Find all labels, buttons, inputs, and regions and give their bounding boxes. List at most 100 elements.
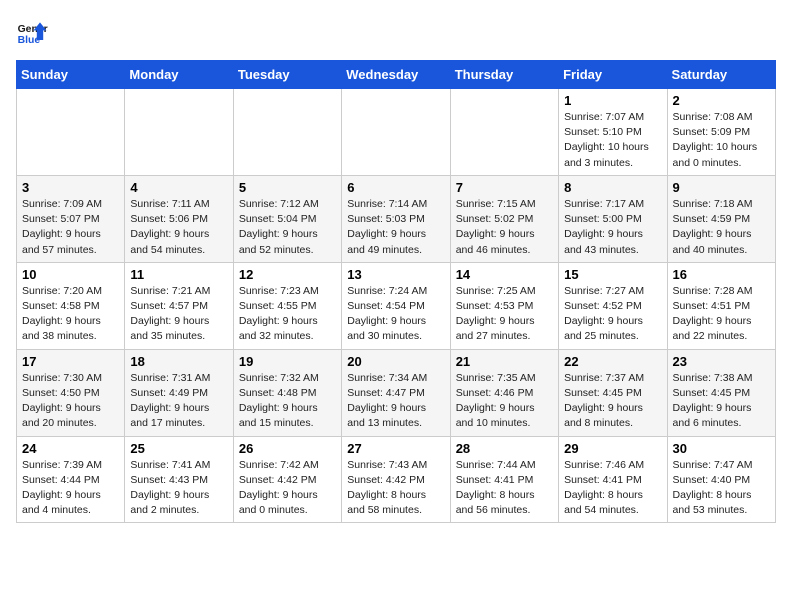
day-number: 22: [564, 354, 661, 369]
day-info: Sunrise: 7:30 AM Sunset: 4:50 PM Dayligh…: [22, 371, 119, 432]
day-number: 10: [22, 267, 119, 282]
calendar-day: 24 Sunrise: 7:39 AM Sunset: 4:44 PM Dayli…: [17, 436, 125, 523]
day-number: 26: [239, 441, 336, 456]
day-info: Sunrise: 7:35 AM Sunset: 4:46 PM Dayligh…: [456, 371, 553, 432]
day-info: Sunrise: 7:18 AM Sunset: 4:59 PM Dayligh…: [673, 197, 770, 258]
calendar-day: 2 Sunrise: 7:08 AM Sunset: 5:09 PM Daylig…: [667, 89, 775, 176]
day-number: 2: [673, 93, 770, 108]
calendar-day: 13 Sunrise: 7:24 AM Sunset: 4:54 PM Dayli…: [342, 262, 450, 349]
day-number: 16: [673, 267, 770, 282]
calendar-day: 12 Sunrise: 7:23 AM Sunset: 4:55 PM Dayli…: [233, 262, 341, 349]
calendar-day: 25 Sunrise: 7:41 AM Sunset: 4:43 PM Dayli…: [125, 436, 233, 523]
day-number: 3: [22, 180, 119, 195]
calendar-day: 15 Sunrise: 7:27 AM Sunset: 4:52 PM Dayli…: [559, 262, 667, 349]
day-info: Sunrise: 7:07 AM Sunset: 5:10 PM Dayligh…: [564, 110, 661, 171]
calendar-table: SundayMondayTuesdayWednesdayThursdayFrid…: [16, 60, 776, 523]
day-number: 5: [239, 180, 336, 195]
day-number: 17: [22, 354, 119, 369]
day-number: 13: [347, 267, 444, 282]
day-info: Sunrise: 7:09 AM Sunset: 5:07 PM Dayligh…: [22, 197, 119, 258]
calendar-day: [17, 89, 125, 176]
calendar-day: 6 Sunrise: 7:14 AM Sunset: 5:03 PM Daylig…: [342, 175, 450, 262]
calendar-week-5: 24 Sunrise: 7:39 AM Sunset: 4:44 PM Dayli…: [17, 436, 776, 523]
calendar-week-1: 1 Sunrise: 7:07 AM Sunset: 5:10 PM Daylig…: [17, 89, 776, 176]
calendar-header-thursday: Thursday: [450, 61, 558, 89]
calendar-header-monday: Monday: [125, 61, 233, 89]
calendar-header-saturday: Saturday: [667, 61, 775, 89]
logo: General Blue: [16, 16, 52, 48]
day-number: 4: [130, 180, 227, 195]
day-number: 30: [673, 441, 770, 456]
calendar-day: [125, 89, 233, 176]
day-info: Sunrise: 7:14 AM Sunset: 5:03 PM Dayligh…: [347, 197, 444, 258]
calendar-header-sunday: Sunday: [17, 61, 125, 89]
day-number: 7: [456, 180, 553, 195]
calendar-day: 14 Sunrise: 7:25 AM Sunset: 4:53 PM Dayli…: [450, 262, 558, 349]
day-number: 15: [564, 267, 661, 282]
day-info: Sunrise: 7:46 AM Sunset: 4:41 PM Dayligh…: [564, 458, 661, 519]
day-info: Sunrise: 7:08 AM Sunset: 5:09 PM Dayligh…: [673, 110, 770, 171]
day-info: Sunrise: 7:15 AM Sunset: 5:02 PM Dayligh…: [456, 197, 553, 258]
day-info: Sunrise: 7:23 AM Sunset: 4:55 PM Dayligh…: [239, 284, 336, 345]
day-info: Sunrise: 7:32 AM Sunset: 4:48 PM Dayligh…: [239, 371, 336, 432]
calendar-day: [342, 89, 450, 176]
day-info: Sunrise: 7:43 AM Sunset: 4:42 PM Dayligh…: [347, 458, 444, 519]
logo-icon: General Blue: [16, 16, 48, 48]
calendar-day: 17 Sunrise: 7:30 AM Sunset: 4:50 PM Dayli…: [17, 349, 125, 436]
day-number: 28: [456, 441, 553, 456]
calendar-day: 30 Sunrise: 7:47 AM Sunset: 4:40 PM Dayli…: [667, 436, 775, 523]
calendar-day: 29 Sunrise: 7:46 AM Sunset: 4:41 PM Dayli…: [559, 436, 667, 523]
day-info: Sunrise: 7:27 AM Sunset: 4:52 PM Dayligh…: [564, 284, 661, 345]
day-info: Sunrise: 7:11 AM Sunset: 5:06 PM Dayligh…: [130, 197, 227, 258]
day-number: 19: [239, 354, 336, 369]
calendar-day: 19 Sunrise: 7:32 AM Sunset: 4:48 PM Dayli…: [233, 349, 341, 436]
day-info: Sunrise: 7:25 AM Sunset: 4:53 PM Dayligh…: [456, 284, 553, 345]
day-number: 18: [130, 354, 227, 369]
calendar-day: 20 Sunrise: 7:34 AM Sunset: 4:47 PM Dayli…: [342, 349, 450, 436]
day-info: Sunrise: 7:42 AM Sunset: 4:42 PM Dayligh…: [239, 458, 336, 519]
calendar-day: 23 Sunrise: 7:38 AM Sunset: 4:45 PM Dayli…: [667, 349, 775, 436]
calendar-day: 4 Sunrise: 7:11 AM Sunset: 5:06 PM Daylig…: [125, 175, 233, 262]
day-info: Sunrise: 7:12 AM Sunset: 5:04 PM Dayligh…: [239, 197, 336, 258]
day-info: Sunrise: 7:38 AM Sunset: 4:45 PM Dayligh…: [673, 371, 770, 432]
calendar-day: 11Sunrise: 7:21 AM Sunset: 4:57 PM Dayli…: [125, 262, 233, 349]
day-number: 11: [130, 267, 227, 282]
day-number: 29: [564, 441, 661, 456]
calendar-day: 22Sunrise: 7:37 AM Sunset: 4:45 PM Dayli…: [559, 349, 667, 436]
calendar-day: 21 Sunrise: 7:35 AM Sunset: 4:46 PM Dayli…: [450, 349, 558, 436]
calendar-header-row: SundayMondayTuesdayWednesdayThursdayFrid…: [17, 61, 776, 89]
day-number: 20: [347, 354, 444, 369]
day-number: 21: [456, 354, 553, 369]
calendar-week-4: 17 Sunrise: 7:30 AM Sunset: 4:50 PM Dayli…: [17, 349, 776, 436]
day-number: 6: [347, 180, 444, 195]
day-info: Sunrise: 7:24 AM Sunset: 4:54 PM Dayligh…: [347, 284, 444, 345]
calendar-day: 1 Sunrise: 7:07 AM Sunset: 5:10 PM Daylig…: [559, 89, 667, 176]
day-info: Sunrise: 7:31 AM Sunset: 4:49 PM Dayligh…: [130, 371, 227, 432]
calendar-day: 5 Sunrise: 7:12 AM Sunset: 5:04 PM Daylig…: [233, 175, 341, 262]
day-info: Sunrise: 7:47 AM Sunset: 4:40 PM Dayligh…: [673, 458, 770, 519]
calendar-day: 26 Sunrise: 7:42 AM Sunset: 4:42 PM Dayli…: [233, 436, 341, 523]
calendar-day: 10 Sunrise: 7:20 AM Sunset: 4:58 PM Dayli…: [17, 262, 125, 349]
day-info: Sunrise: 7:17 AM Sunset: 5:00 PM Dayligh…: [564, 197, 661, 258]
day-number: 23: [673, 354, 770, 369]
day-number: 24: [22, 441, 119, 456]
page-header: General Blue: [16, 16, 776, 48]
day-number: 9: [673, 180, 770, 195]
day-info: Sunrise: 7:34 AM Sunset: 4:47 PM Dayligh…: [347, 371, 444, 432]
day-info: Sunrise: 7:41 AM Sunset: 4:43 PM Dayligh…: [130, 458, 227, 519]
day-number: 12: [239, 267, 336, 282]
calendar-day: 7 Sunrise: 7:15 AM Sunset: 5:02 PM Daylig…: [450, 175, 558, 262]
calendar-header-wednesday: Wednesday: [342, 61, 450, 89]
day-info: Sunrise: 7:39 AM Sunset: 4:44 PM Dayligh…: [22, 458, 119, 519]
calendar-day: 27 Sunrise: 7:43 AM Sunset: 4:42 PM Dayli…: [342, 436, 450, 523]
day-number: 27: [347, 441, 444, 456]
day-number: 8: [564, 180, 661, 195]
calendar-day: 16Sunrise: 7:28 AM Sunset: 4:51 PM Dayli…: [667, 262, 775, 349]
day-number: 14: [456, 267, 553, 282]
day-number: 1: [564, 93, 661, 108]
day-info: Sunrise: 7:20 AM Sunset: 4:58 PM Dayligh…: [22, 284, 119, 345]
calendar-week-2: 3 Sunrise: 7:09 AM Sunset: 5:07 PM Daylig…: [17, 175, 776, 262]
day-number: 25: [130, 441, 227, 456]
calendar-day: [233, 89, 341, 176]
calendar-day: 18 Sunrise: 7:31 AM Sunset: 4:49 PM Dayli…: [125, 349, 233, 436]
